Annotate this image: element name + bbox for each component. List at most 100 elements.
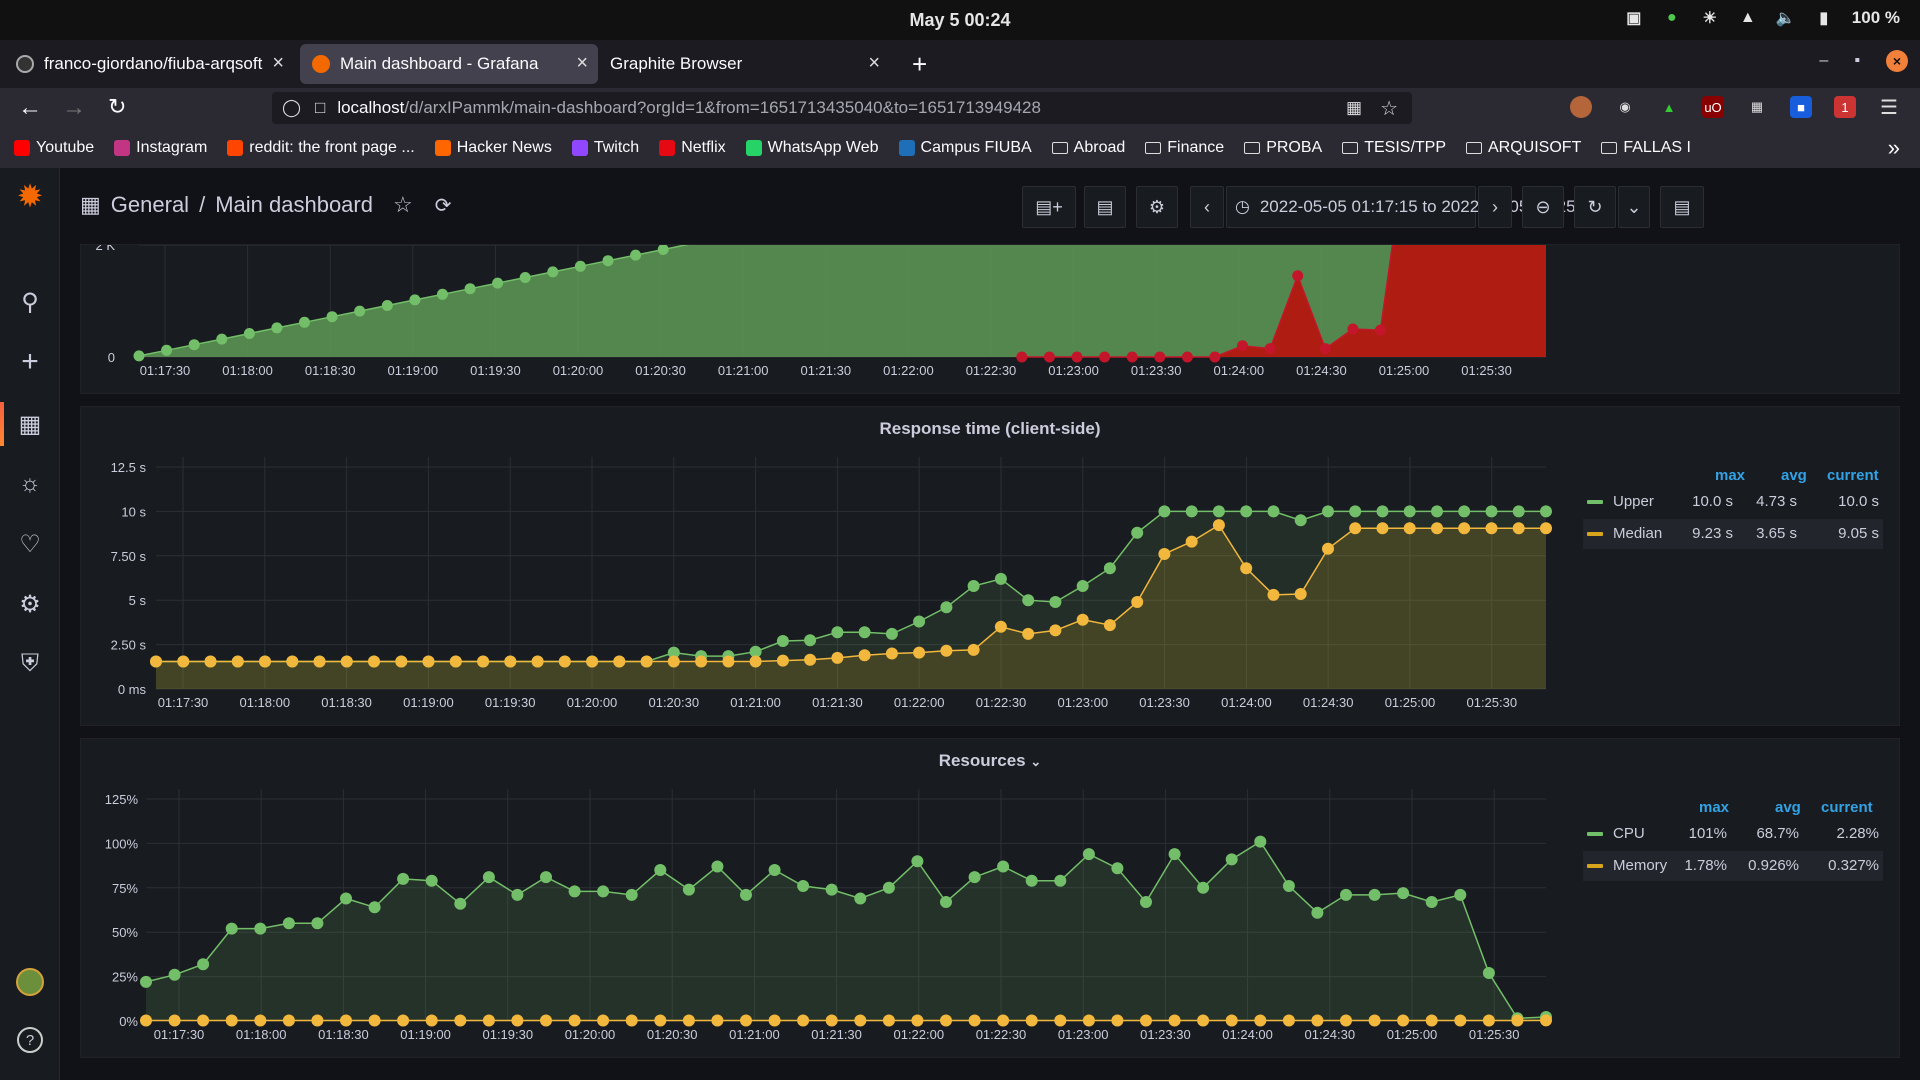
requests-chart[interactable]: 2 K 0 01:17:30 01:18:00 01:18:30 01:19:00 01:1… xyxy=(81,132,1901,395)
volume-icon[interactable]: 🔈 xyxy=(1776,8,1796,28)
window-close-icon[interactable]: × xyxy=(1886,50,1908,72)
legend-item-memory[interactable]: Memory 1.78% 0.926% 0.327% xyxy=(1583,851,1883,881)
qr-icon[interactable]: ▦ xyxy=(1346,98,1362,118)
y-tick-label: 75% xyxy=(112,881,138,896)
breadcrumb-folder[interactable]: General xyxy=(111,192,189,218)
bookmark-instagram[interactable]: Instagram xyxy=(114,139,207,157)
data-point xyxy=(547,266,559,278)
bookmark-proba[interactable]: PROBA xyxy=(1244,139,1322,157)
data-point xyxy=(231,655,244,668)
tab-grafana[interactable]: Main dashboard - Grafana × xyxy=(300,44,598,84)
bookmark-finance[interactable]: Finance xyxy=(1145,139,1224,157)
tab-github[interactable]: franco-giordano/fiuba-arqsoft × xyxy=(4,44,294,84)
bookmark-whatsapp-web[interactable]: WhatsApp Web xyxy=(745,139,879,157)
resources-chart[interactable]: 125% 100% 75% 50% 25% 0% 01:17:30 01:18:00 01:18… xyxy=(81,739,1901,1059)
bookmark-campus-fiuba[interactable]: Campus FIUBA xyxy=(898,139,1032,157)
zoom-out-button[interactable]: ⊖ xyxy=(1522,186,1564,228)
menu-icon[interactable]: ☰ xyxy=(1878,96,1900,119)
legend-item-cpu[interactable]: CPU 101% 68.7% 2.28% xyxy=(1583,819,1883,849)
grafana-logo-icon[interactable]: ✹ xyxy=(14,178,46,214)
url-field[interactable]: ◯ □ localhost /d/arxIPammk/main-dashboar… xyxy=(272,92,1412,124)
bookmark-label: FALLAS I xyxy=(1623,139,1691,156)
data-point xyxy=(1282,1014,1295,1027)
bookmark-abroad[interactable]: Abroad xyxy=(1051,139,1125,157)
page-title[interactable]: Main dashboard xyxy=(215,192,373,218)
panel-response-time[interactable]: Response time (client-side) 12.5 s 10 s 7.… xyxy=(80,406,1900,726)
instagram-icon xyxy=(114,140,131,156)
bookmark-reddit-the-front-page[interactable]: reddit: the front page ... xyxy=(227,139,415,157)
avatar[interactable] xyxy=(14,966,46,998)
dashboards-icon[interactable]: ▦ xyxy=(0,402,46,446)
notification-extension-icon[interactable]: 1 xyxy=(1834,96,1856,118)
legend-header-avg[interactable]: avg xyxy=(1781,467,1807,484)
legend-header-current[interactable]: current xyxy=(1821,799,1873,816)
glasses-extension-icon[interactable]: ◉ xyxy=(1614,96,1636,118)
star-icon[interactable]: ☆ xyxy=(393,192,413,218)
bookmarks-overflow-icon[interactable]: » xyxy=(1888,135,1900,161)
extensions-icon[interactable]: ▦ xyxy=(1746,96,1768,118)
panel-resources[interactable]: Resources ⌄ 125% 100% 75% 50% 25% 0% 01:17:30 0… xyxy=(80,738,1900,1058)
wifi-icon[interactable]: ▲ xyxy=(1738,8,1758,28)
forward-icon[interactable]: → xyxy=(62,94,86,122)
close-icon[interactable]: × xyxy=(576,52,588,75)
x-tick-label: 01:21:00 xyxy=(718,363,769,378)
close-icon[interactable]: × xyxy=(272,52,284,75)
time-shift-back-button[interactable]: ‹ xyxy=(1190,186,1224,228)
brightness-icon[interactable]: ☀ xyxy=(1700,8,1720,28)
bookmark-tesis-tpp[interactable]: TESIS/TPP xyxy=(1342,139,1446,157)
tv-mode-button[interactable]: ▤ xyxy=(1660,186,1704,228)
minimize-icon[interactable]: – xyxy=(1819,52,1828,70)
data-point xyxy=(1168,1014,1181,1027)
bookmark-star-icon[interactable]: ☆ xyxy=(1380,96,1398,121)
maximize-icon[interactable]: ▪ xyxy=(1854,52,1860,70)
server-admin-shield-icon[interactable]: ⛨ xyxy=(14,648,46,680)
time-range-picker[interactable]: ◷ 2022-05-05 01:17:15 to 2022-05-05 01:2… xyxy=(1226,186,1629,228)
screen-icon[interactable]: ▣ xyxy=(1624,8,1644,28)
battery-icon[interactable]: ▮ xyxy=(1814,8,1834,28)
data-point xyxy=(1403,505,1416,518)
legend-header-current[interactable]: current xyxy=(1827,467,1879,484)
save-dashboard-button[interactable]: ▤ xyxy=(1084,186,1126,228)
alerting-bell-icon[interactable]: ♡ xyxy=(14,528,46,560)
data-point xyxy=(1212,519,1225,532)
configuration-gear-icon[interactable]: ⚙ xyxy=(14,588,46,620)
data-point xyxy=(519,272,531,283)
ublock-icon[interactable]: uO xyxy=(1702,96,1724,118)
explore-icon[interactable]: ☼ xyxy=(14,468,46,500)
reload-icon[interactable]: ↻ xyxy=(108,94,126,120)
bookmark-fallas-i[interactable]: FALLAS I xyxy=(1601,139,1691,157)
new-tab-button[interactable]: + xyxy=(900,44,944,84)
legend-header-avg[interactable]: avg xyxy=(1775,799,1801,816)
share-icon[interactable]: ⟳ xyxy=(435,193,452,218)
bookmark-twitch[interactable]: Twitch xyxy=(571,139,639,157)
tab-graphite[interactable]: Graphite Browser × xyxy=(598,44,890,84)
bookmark-netflix[interactable]: Netflix xyxy=(659,139,726,157)
bookmark-youtube[interactable]: Youtube xyxy=(14,139,94,157)
refresh-interval-dropdown[interactable]: ⌄ xyxy=(1618,186,1650,228)
back-icon[interactable]: ← xyxy=(18,94,42,122)
create-icon[interactable]: + xyxy=(14,345,46,378)
data-point xyxy=(1209,351,1221,363)
check-icon[interactable]: ● xyxy=(1662,8,1682,28)
dashboard-settings-button[interactable]: ⚙ xyxy=(1136,186,1178,228)
legend-header-max[interactable]: max xyxy=(1715,467,1745,484)
legend-item-upper[interactable]: Upper 10.0 s 4.73 s 10.0 s xyxy=(1583,487,1883,517)
legend-item-median[interactable]: Median 9.23 s 3.65 s 9.05 s xyxy=(1583,519,1883,549)
wifi-extension-icon[interactable]: ▲ xyxy=(1658,96,1680,118)
time-shift-forward-button[interactable]: › xyxy=(1478,186,1512,228)
search-icon[interactable]: ⚲ xyxy=(14,286,46,318)
add-panel-button[interactable]: ▤+ xyxy=(1022,186,1076,228)
bookmark-hacker-news[interactable]: Hacker News xyxy=(434,139,552,157)
legend-header-max[interactable]: max xyxy=(1699,799,1729,816)
close-icon[interactable]: × xyxy=(868,52,880,75)
refresh-button[interactable]: ↻ xyxy=(1574,186,1616,228)
panel-requests[interactable]: 2 K 0 01:17:30 01:18:00 01:18:30 01:19:00 01:1… xyxy=(80,132,1901,395)
dashboard-grid-icon[interactable]: ▦ xyxy=(80,192,101,218)
response-time-chart[interactable]: 12.5 s 10 s 7.50 s 5 s 2.50 s 0 ms 01:17:30 01:… xyxy=(81,407,1901,727)
cookie-extension-icon[interactable] xyxy=(1570,96,1592,118)
bookmark-arquisoft[interactable]: ARQUISOFT xyxy=(1466,139,1581,157)
shield-icon[interactable]: ◯ xyxy=(282,98,301,118)
data-point xyxy=(397,872,410,885)
bitwarden-icon[interactable]: ■ xyxy=(1790,96,1812,118)
help-icon[interactable]: ? xyxy=(14,1024,46,1056)
